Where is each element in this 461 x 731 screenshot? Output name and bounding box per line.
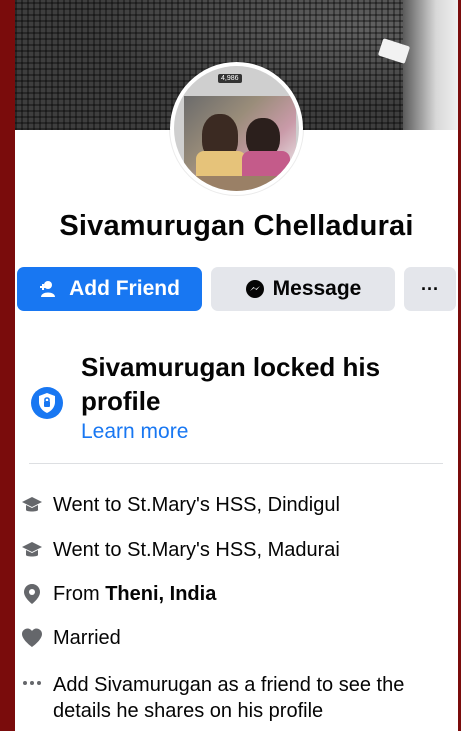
hometown-place[interactable]: Theni, India [105, 583, 216, 605]
graduation-cap-icon [22, 542, 42, 557]
more-options-button[interactable]: ··· [404, 267, 456, 311]
profile-screen: 4,986 Sivamurugan Chelladurai Add Friend… [15, 0, 458, 731]
relationship-text: Married [53, 627, 121, 649]
graduation-cap-icon [22, 497, 42, 512]
ellipsis-icon [23, 681, 41, 685]
learn-more-link[interactable]: Learn more [81, 420, 188, 444]
more-icon: ··· [421, 278, 439, 299]
education-text: Went to St.Mary's HSS, Dindigul [53, 494, 340, 516]
messenger-icon [245, 280, 264, 298]
friend-details-text: Add Sivamurugan as a friend to see the d… [53, 674, 405, 722]
hometown-prefix: From [53, 583, 106, 605]
avatar: 4,986 [174, 66, 299, 191]
heart-icon [22, 628, 42, 647]
avatar-photo [184, 96, 296, 181]
add-friend-icon [40, 281, 56, 297]
message-label: Message [272, 277, 362, 300]
locked-profile-title: Sivamurugan locked his profile [81, 352, 381, 416]
shield-lock-icon [31, 387, 63, 419]
profile-picture[interactable]: 4,986 [170, 62, 303, 195]
add-friend-button[interactable]: Add Friend [17, 267, 202, 311]
profile-name: Sivamurugan Chelladurai [59, 210, 414, 242]
location-pin-icon [24, 584, 40, 604]
cover-photo-highlight [403, 0, 458, 130]
avatar-photo-bottom [174, 176, 299, 191]
avatar-tag: 4,986 [218, 74, 242, 83]
message-button[interactable]: Message [211, 267, 395, 311]
divider [29, 463, 443, 464]
education-text: Went to St.Mary's HSS, Madurai [53, 539, 340, 561]
add-friend-label: Add Friend [69, 277, 180, 300]
hometown-text: From Theni, India [53, 581, 453, 607]
